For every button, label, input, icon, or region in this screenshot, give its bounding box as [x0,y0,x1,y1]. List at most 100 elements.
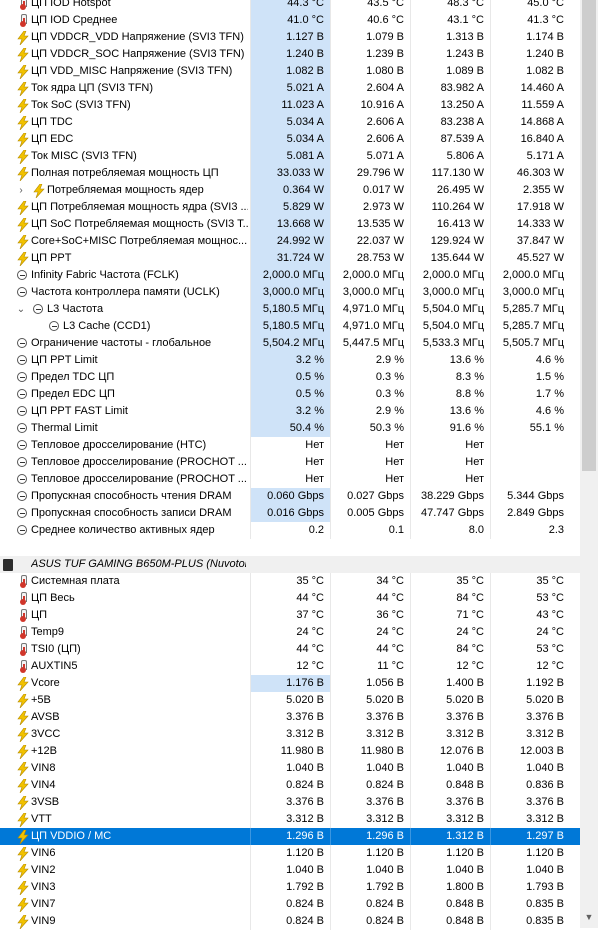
sensor-row[interactable]: Vcore 1.176 В 1.056 В 1.400 В 1.192 В [0,675,580,692]
clock-icon [33,304,43,314]
sensor-row[interactable]: VIN9 0.824 В 0.824 В 0.848 В 0.835 В [0,913,580,930]
sensor-row[interactable]: VIN7 0.824 В 0.824 В 0.848 В 0.835 В [0,896,580,913]
sensor-row[interactable]: AVSB 3.376 В 3.376 В 3.376 В 3.376 В [0,709,580,726]
sensor-row[interactable]: TSI0 (ЦП) 44 °C 44 °C 84 °C 53 °C [0,641,580,658]
avg-value: 4.6 % [490,403,570,420]
sensor-row[interactable]: Infinity Fabric Частота (FCLK) 2,000.0 МГ… [0,267,580,284]
sensor-row[interactable]: AUXTIN5 12 °C 11 °C 12 °C 12 °C [0,658,580,675]
sensor-row[interactable]: Предел TDC ЦП 0.5 % 0.3 % 8.3 % 1.5 % [0,369,580,386]
bolt-icon [17,48,29,62]
sensor-row[interactable]: Тепловое дросселирование (HTC) Нет Нет Нет [0,437,580,454]
current-value: 5.081 A [250,148,330,165]
current-value: 5.034 A [250,114,330,131]
avg-value: 0.835 В [490,913,570,930]
sensor-label: ASUS TUF GAMING B650M-PLUS (Nuvoton... [31,558,246,570]
avg-value [490,471,570,488]
sensor-row[interactable]: Thermal Limit 50.4 % 50.3 % 91.6 % 55.1 % [0,420,580,437]
sensor-row[interactable]: VTT 3.312 В 3.312 В 3.312 В 3.312 В [0,811,580,828]
scroll-down-arrow-icon[interactable]: ▼ [580,908,598,926]
collapse-chevron-icon[interactable]: ⌄ [16,301,26,318]
expand-chevron-icon[interactable]: › [16,182,26,199]
current-value: 41.0 °C [250,12,330,29]
min-value: 2,000.0 МГц [330,267,410,284]
scrollbar-thumb[interactable] [582,0,596,471]
avg-value: 2.3 [490,522,570,539]
max-value: 13.6 % [410,403,490,420]
sensor-row[interactable]: VIN2 1.040 В 1.040 В 1.040 В 1.040 В [0,862,580,879]
avg-value: 0.836 В [490,777,570,794]
sensor-row[interactable]: Core+SoC+MISC Потребляемая мощнос... 24.9… [0,233,580,250]
sensor-row[interactable]: L3 Cache (CCD1) 5,180.5 МГц 4,971.0 МГц 5,5… [0,318,580,335]
bolt-icon [17,235,29,249]
sensor-row[interactable]: ЦП Весь 44 °C 44 °C 84 °C 53 °C [0,590,580,607]
avg-value [490,437,570,454]
sensor-row[interactable]: Ток SoC (SVI3 TFN) 11.023 A 10.916 A 13.250… [0,97,580,114]
sensor-row[interactable]: ЦП EDC 5.034 A 2.606 A 87.539 A 16.840 A [0,131,580,148]
sensor-row[interactable]: 3VCC 3.312 В 3.312 В 3.312 В 3.312 В [0,726,580,743]
sensor-row[interactable]: ЦП VDDCR_VDD Напряжение (SVI3 TFN) 1.127 … [0,29,580,46]
sensor-row[interactable]: ⌄ L3 Частота 5,180.5 МГц 4,971.0 МГц 5,504.0… [0,301,580,318]
avg-value: 14.868 A [490,114,570,131]
sensor-row[interactable]: VIN8 1.040 В 1.040 В 1.040 В 1.040 В [0,760,580,777]
sensor-row[interactable]: ЦП SoC Потребляемая мощность (SVI3 T... 1… [0,216,580,233]
sensor-row[interactable]: Ток ядра ЦП (SVI3 TFN) 5.021 A 2.604 A 83.9… [0,80,580,97]
sensor-label: VTT [31,813,52,825]
max-value: 0.848 В [410,913,490,930]
min-value: 40.6 °C [330,12,410,29]
current-value: 3.312 В [250,811,330,828]
sensor-label: ЦП VDDIO / MC [31,830,112,842]
sensor-row[interactable]: VIN4 0.824 В 0.824 В 0.848 В 0.836 В [0,777,580,794]
sensor-row[interactable]: VIN3 1.792 В 1.792 В 1.800 В 1.793 В [0,879,580,896]
clock-icon [17,440,27,450]
sensor-row[interactable]: Частота контроллера памяти (UCLK) 3,000.0… [0,284,580,301]
sensor-row[interactable]: Тепловое дросселирование (PROCHOT ... Нет… [0,454,580,471]
group-header-row[interactable]: ASUS TUF GAMING B650M-PLUS (Nuvoton... [0,556,580,573]
sensor-label: Пропускная способность записи DRAM [31,507,232,519]
sensor-table[interactable]: ЦП IOD Hotspot 44.3 °C 43.5 °C 48.3 °C 45.0 … [0,0,580,930]
sensor-row[interactable]: ЦП PPT FAST Limit 3.2 % 2.9 % 13.6 % 4.6 % [0,403,580,420]
sensor-row[interactable]: ЦП VDDCR_SOC Напряжение (SVI3 TFN) 1.240 … [0,46,580,63]
sensor-row[interactable]: ЦП PPT Limit 3.2 % 2.9 % 13.6 % 4.6 % [0,352,580,369]
sensor-row[interactable]: Ограничение частоты - глобальное 5,504.2 … [0,335,580,352]
sensor-row[interactable]: Пропускная способность записи DRAM 0.016 … [0,505,580,522]
current-value: 0.824 В [250,913,330,930]
sensor-row[interactable]: Ток MISC (SVI3 TFN) 5.081 A 5.071 A 5.806 A… [0,148,580,165]
sensor-row[interactable]: VIN6 1.120 В 1.120 В 1.120 В 1.120 В [0,845,580,862]
sensor-row[interactable]: Полная потребляемая мощность ЦП 33.033 W2… [0,165,580,182]
min-value: 2.9 % [330,352,410,369]
max-value: Нет [410,454,490,471]
vertical-scrollbar[interactable]: ▼ [580,0,598,928]
sensor-row[interactable]: +5В 5.020 В 5.020 В 5.020 В 5.020 В [0,692,580,709]
current-value: 0.824 В [250,777,330,794]
sensor-row[interactable]: ЦП IOD Hotspot 44.3 °C 43.5 °C 48.3 °C 45.0 … [0,0,580,12]
sensor-row[interactable]: ЦП 37 °C 36 °C 71 °C 43 °C [0,607,580,624]
sensor-row[interactable]: ЦП VDD_MISC Напряжение (SVI3 TFN) 1.082 В… [0,63,580,80]
sensor-row[interactable]: Системная плата 35 °C 34 °C 35 °C 35 °C [0,573,580,590]
sensor-row[interactable]: +12В 11.980 В 11.980 В 12.076 В 12.003 В [0,743,580,760]
current-value: 37 °C [250,607,330,624]
sensor-row[interactable]: ЦП TDC 5.034 A 2.606 A 83.238 A 14.868 A [0,114,580,131]
sensor-row[interactable]: ЦП IOD Среднее 41.0 °C 40.6 °C 43.1 °C 41.3 … [0,12,580,29]
sensor-label: Среднее количество активных ядер [31,524,215,536]
sensor-row[interactable]: ЦП Потребляемая мощность ядра (SVI3 ... 5… [0,199,580,216]
sensor-label: Тепловое дросселирование (PROCHOT ... [31,473,247,485]
sensor-label: ЦП SoC Потребляемая мощность (SVI3 T... [31,218,248,230]
min-value: 36 °C [330,607,410,624]
max-value: 12 °C [410,658,490,675]
sensor-row[interactable]: ЦП PPT 31.724 W 28.753 W 135.644 W 45.527 W [0,250,580,267]
sensor-row[interactable]: Пропускная способность чтения DRAM 0.060 … [0,488,580,505]
current-value: 5,504.2 МГц [250,335,330,352]
sensor-row[interactable]: Temp9 24 °C 24 °C 24 °C 24 °C [0,624,580,641]
bolt-icon [17,677,29,691]
selected-sensor-row[interactable]: ЦП VDDIO / MC 1.296 В 1.296 В 1.312 В 1.297 … [0,828,580,845]
sensor-row[interactable]: › Потребляемая мощность ядер 0.364 W 0.017 … [0,182,580,199]
max-value: 3.376 В [410,709,490,726]
sensor-row[interactable]: Предел EDC ЦП 0.5 % 0.3 % 8.8 % 1.7 % [0,386,580,403]
sensor-row[interactable]: Среднее количество активных ядер 0.2 0.1 8.… [0,522,580,539]
sensor-label: AVSB [31,711,60,723]
max-value: 12.076 В [410,743,490,760]
current-value: 1.176 В [250,675,330,692]
sensor-label: AUXTIN5 [31,660,78,672]
sensor-row[interactable]: Тепловое дросселирование (PROCHOT ... Нет… [0,471,580,488]
sensor-row[interactable]: 3VSB 3.376 В 3.376 В 3.376 В 3.376 В [0,794,580,811]
